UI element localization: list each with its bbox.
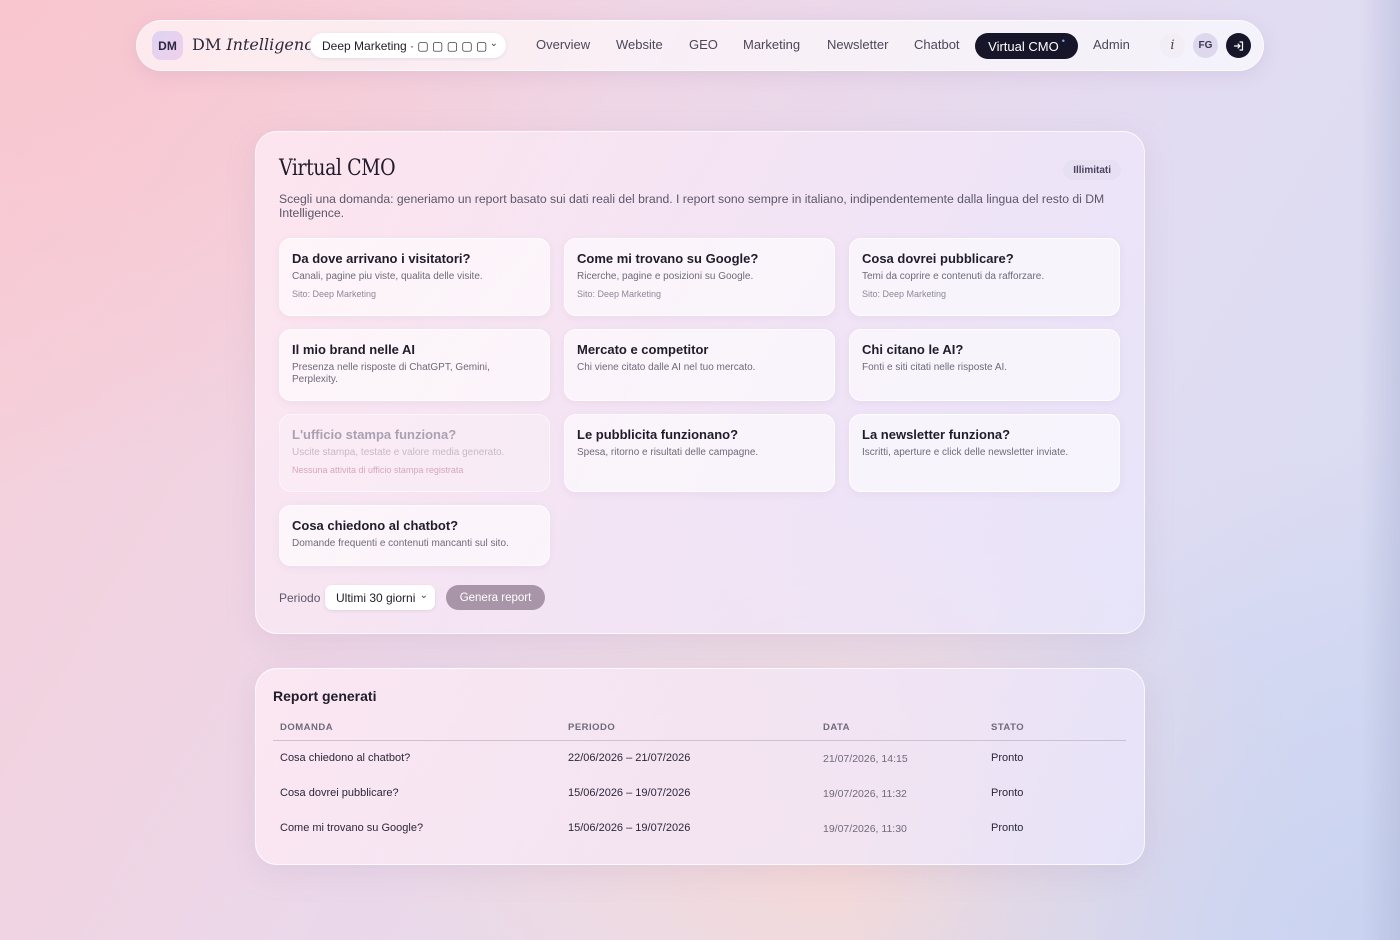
nav-newsletter[interactable]: Newsletter [827, 37, 888, 52]
question-card-google[interactable]: Come mi trovano su Google? Ricerche, pag… [564, 238, 835, 316]
question-title: La newsletter funziona? [862, 427, 1011, 442]
row-status: Pronto [991, 752, 1024, 764]
question-title: Il mio brand nelle AI [292, 342, 416, 357]
top-navbar: DM DM Intelligence Deep Marketing · ▢ ▢ … [136, 20, 1264, 71]
question-title: Cosa chiedono al chatbot? [292, 518, 459, 533]
column-header-date: DATA [823, 722, 850, 733]
row-date: 21/07/2026, 14:15 [823, 753, 908, 765]
nav-chatbot[interactable]: Chatbot [914, 37, 960, 52]
row-status: Pronto [991, 822, 1024, 834]
nav-links: Overview Website GEO Marketing Newslette… [136, 20, 1264, 71]
question-subtitle: Presenza nelle risposte di ChatGPT, Gemi… [292, 362, 490, 385]
column-header-period: PERIODO [568, 722, 616, 733]
page-title: Virtual CMO [279, 156, 396, 181]
background-edge [1360, 0, 1400, 940]
nav-marketing[interactable]: Marketing [743, 37, 800, 52]
question-title: Le pubblicita funzionano? [577, 427, 739, 442]
nav-overview[interactable]: Overview [536, 37, 590, 52]
question-title: L'ufficio stampa funziona? [292, 427, 457, 442]
row-period: 15/06/2026 – 19/07/2026 [568, 787, 691, 799]
question-card-ai-sources[interactable]: Chi citano le AI? Fonti e siti citati ne… [849, 329, 1120, 401]
period-label: Periodo [279, 591, 321, 605]
active-dot-icon: • [1061, 36, 1065, 46]
virtual-cmo-panel: Virtual CMO Illimitati Scegli una domand… [255, 131, 1145, 634]
question-title: Chi citano le AI? [862, 342, 964, 357]
generate-report-button[interactable]: Genera report [446, 585, 545, 610]
reports-title: Report generati [273, 688, 377, 704]
period-select-value: Ultimi 30 giorni [336, 590, 416, 605]
question-card-market[interactable]: Mercato e competitor Chi viene citato da… [564, 329, 835, 401]
question-card-press-disabled: L'ufficio stampa funziona? Uscite stampa… [279, 414, 550, 492]
row-date: 19/07/2026, 11:30 [823, 823, 907, 835]
question-card-newsletter[interactable]: La newsletter funziona? Iscritti, apertu… [849, 414, 1120, 492]
nav-website[interactable]: Website [616, 37, 663, 52]
nav-geo[interactable]: GEO [689, 37, 718, 52]
nav-admin[interactable]: Admin [1093, 37, 1130, 52]
row-question: Come mi trovano su Google? [280, 822, 424, 834]
logout-icon[interactable] [1226, 33, 1251, 58]
question-subtitle: Fonti e siti citati nelle risposte AI. [862, 362, 1008, 373]
question-card-ads[interactable]: Le pubblicita funzionano? Spesa, ritorno… [564, 414, 835, 492]
question-title: Da dove arrivano i visitatori? [292, 251, 471, 266]
question-unavailable-note: Nessuna attivita di ufficio stampa regis… [292, 465, 464, 475]
question-subtitle: Ricerche, pagine e posizioni su Google. [577, 271, 754, 282]
question-title: Come mi trovano su Google? [577, 251, 759, 266]
page-description: Scegli una domanda: generiamo un report … [279, 192, 1105, 220]
question-site: Sito: Deep Marketing [292, 289, 377, 299]
question-title: Mercato e competitor [577, 342, 709, 357]
info-icon[interactable]: i [1160, 33, 1185, 58]
table-header-divider [273, 740, 1126, 741]
row-date: 19/07/2026, 11:32 [823, 788, 907, 800]
column-header-question: DOMANDA [280, 722, 334, 733]
period-select[interactable]: Ultimi 30 giorni ⌄ [325, 585, 435, 610]
plan-badge: Illimitati [1063, 160, 1121, 180]
question-site: Sito: Deep Marketing [862, 289, 947, 299]
reports-panel: Report generati DOMANDA PERIODO DATA STA… [255, 668, 1145, 865]
column-header-status: STATO [991, 722, 1025, 733]
nav-virtual-cmo-label: Virtual CMO [988, 38, 1059, 54]
nav-virtual-cmo[interactable]: Virtual CMO • [975, 33, 1078, 59]
row-period: 15/06/2026 – 19/07/2026 [568, 822, 691, 834]
row-question: Cosa dovrei pubblicare? [280, 787, 399, 799]
question-card-visitors[interactable]: Da dove arrivano i visitatori? Canali, p… [279, 238, 550, 316]
question-subtitle: Spesa, ritorno e risultati delle campagn… [577, 447, 759, 458]
chevron-down-icon: ⌄ [419, 590, 428, 601]
question-subtitle: Chi viene citato dalle AI nel tuo mercat… [577, 362, 756, 373]
row-period: 22/06/2026 – 21/07/2026 [568, 752, 691, 764]
question-card-chatbot[interactable]: Cosa chiedono al chatbot? Domande freque… [279, 505, 550, 566]
logout-icon-glyph [1233, 40, 1243, 51]
question-subtitle: Canali, pagine piu viste, qualita delle … [292, 271, 483, 282]
question-subtitle: Uscite stampa, testate e valore media ge… [292, 447, 505, 458]
question-site: Sito: Deep Marketing [577, 289, 662, 299]
avatar[interactable]: FG [1193, 33, 1218, 58]
row-status: Pronto [991, 787, 1024, 799]
question-card-brand-ai[interactable]: Il mio brand nelle AI Presenza nelle ris… [279, 329, 550, 401]
question-subtitle: Domande frequenti e contenuti mancanti s… [292, 538, 509, 549]
question-title: Cosa dovrei pubblicare? [862, 251, 1014, 266]
question-subtitle: Iscritti, aperture e click delle newslet… [862, 447, 1069, 458]
question-subtitle: Temi da coprire e contenuti da rafforzar… [862, 271, 1045, 282]
question-card-publish[interactable]: Cosa dovrei pubblicare? Temi da coprire … [849, 238, 1120, 316]
row-question: Cosa chiedono al chatbot? [280, 752, 411, 764]
